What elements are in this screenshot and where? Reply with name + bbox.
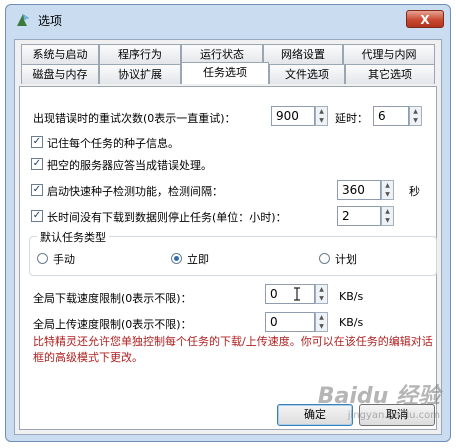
default-task-type-title: 默认任务类型 <box>37 229 109 245</box>
spin-up-icon[interactable]: ▲ <box>316 285 327 294</box>
remember-seed-checkbox[interactable]: ✓ <box>31 136 43 148</box>
tab-file-options[interactable]: 文件选项 <box>269 64 345 84</box>
upload-limit-label: 全局上传速度限制(0表示不限)： <box>33 318 192 331</box>
fast-seed-unit: 秒 <box>409 185 420 198</box>
tab-other-options[interactable]: 其它选项 <box>345 64 435 84</box>
upload-limit-unit: KB/s <box>339 316 364 329</box>
watermark-url: jingyan.baidu.com <box>347 410 440 421</box>
dialog-client-area: 系统与启动 程序行为 运行状态 网络设置 代理与内网 磁盘与内存 协议扩展 任务… <box>14 39 442 435</box>
radio-immediate-label: 立即 <box>187 253 209 266</box>
download-limit-label: 全局下载速度限制(0表示不限)： <box>33 292 192 305</box>
tab-program-behavior[interactable]: 程序行为 <box>99 44 181 64</box>
stop-task-label: 长时间没有下载到数据则停止任务(单位：小时)： <box>47 211 287 224</box>
empty-server-checkbox[interactable]: ✓ <box>31 158 43 170</box>
tab-run-status[interactable]: 运行状态 <box>181 44 263 64</box>
text-cursor-icon <box>294 287 300 301</box>
speed-limit-note: 比特精灵还允许您单独控制每个任务的下载/上传速度。你可以在该任务的编辑对话框的高… <box>33 335 433 364</box>
spin-down-icon[interactable]: ▼ <box>382 216 393 225</box>
fast-seed-interval-input[interactable]: 360 <box>337 180 381 200</box>
delay-spinner[interactable]: ▲ ▼ <box>409 106 422 126</box>
retry-count-spinner[interactable]: ▲ ▼ <box>315 106 328 126</box>
upload-limit-input[interactable]: 0 <box>265 312 315 332</box>
stop-task-hours-input[interactable]: 2 <box>337 206 381 226</box>
spin-down-icon[interactable]: ▼ <box>316 322 327 331</box>
tab-disk-memory[interactable]: 磁盘与内存 <box>21 64 99 84</box>
fast-seed-checkbox[interactable]: ✓ <box>31 184 43 196</box>
radio-scheduled[interactable] <box>319 253 330 264</box>
retry-count-label: 出现错误时的重试次数(0表示一直重试)： <box>33 112 236 125</box>
spin-up-icon[interactable]: ▲ <box>382 181 393 190</box>
download-limit-input[interactable]: 0 <box>265 284 315 304</box>
fast-seed-interval-spinner[interactable]: ▲ ▼ <box>381 180 394 200</box>
spin-down-icon[interactable]: ▼ <box>410 116 421 125</box>
title-bar[interactable]: 选项 X <box>6 5 450 35</box>
download-limit-spinner[interactable]: ▲ ▼ <box>315 284 328 304</box>
radio-immediate[interactable] <box>171 253 182 264</box>
stop-task-checkbox[interactable]: ✓ <box>31 210 43 222</box>
radio-manual-label: 手动 <box>53 253 75 266</box>
empty-server-label: 把空的服务器应答当成错误处理。 <box>47 159 212 172</box>
tab-system-startup[interactable]: 系统与启动 <box>21 44 99 64</box>
stop-task-hours-spinner[interactable]: ▲ ▼ <box>381 206 394 226</box>
download-limit-unit: KB/s <box>339 290 364 303</box>
delay-input[interactable]: 6 <box>373 106 409 126</box>
tab-protocol-extension[interactable]: 协议扩展 <box>99 64 181 84</box>
watermark-main: Baidu 经验 <box>317 384 440 409</box>
upload-limit-spinner[interactable]: ▲ ▼ <box>315 312 328 332</box>
tab-proxy-intranet[interactable]: 代理与内网 <box>343 44 435 64</box>
spin-down-icon[interactable]: ▼ <box>316 116 327 125</box>
retry-count-input[interactable]: 900 <box>271 106 315 126</box>
window-title: 选项 <box>38 14 63 28</box>
spin-up-icon[interactable]: ▲ <box>316 107 327 116</box>
delay-label: 延时： <box>335 112 368 125</box>
spin-up-icon[interactable]: ▲ <box>410 107 421 116</box>
fast-seed-label: 启动快速种子检测功能，检测间隔： <box>47 185 223 198</box>
radio-manual[interactable] <box>37 253 48 264</box>
radio-scheduled-label: 计划 <box>335 253 357 266</box>
spin-up-icon[interactable]: ▲ <box>316 313 327 322</box>
tab-task-options[interactable]: 任务选项 <box>181 62 269 84</box>
bitspirit-app-icon <box>17 14 29 26</box>
remember-seed-label: 记住每个任务的种子信息。 <box>47 137 179 150</box>
options-dialog: 选项 X 系统与启动 程序行为 运行状态 网络设置 代理与内网 磁盘与内存 协议… <box>5 4 451 442</box>
tab-network-settings[interactable]: 网络设置 <box>263 44 343 64</box>
close-button[interactable]: X <box>406 10 444 28</box>
baidu-jingyan-watermark: Baidu 经验 jingyan.baidu.com <box>318 378 440 421</box>
spin-up-icon[interactable]: ▲ <box>382 207 393 216</box>
spin-down-icon[interactable]: ▼ <box>316 294 327 303</box>
spin-down-icon[interactable]: ▼ <box>382 190 393 199</box>
